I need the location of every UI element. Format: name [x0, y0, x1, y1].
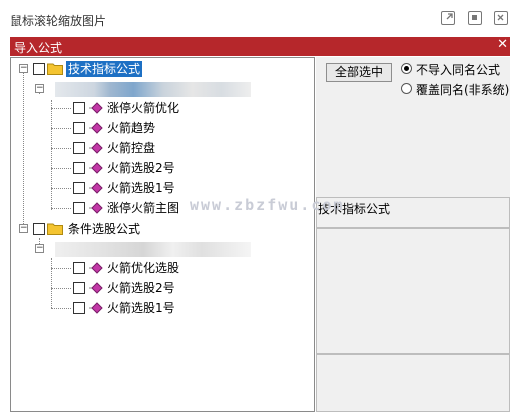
formula-icon — [89, 142, 103, 154]
select-all-button[interactable]: 全部选中 — [326, 63, 392, 82]
dialog-close-icon[interactable]: ✕ — [497, 37, 508, 52]
radio-label[interactable]: 覆盖同名(非系统) — [416, 81, 509, 98]
app-title: 鼠标滚轮缩放图片 — [10, 14, 107, 28]
no-import-duplicate-radio[interactable] — [401, 63, 412, 74]
radio-label[interactable]: 不导入同名公式 — [416, 61, 500, 78]
formula-icon — [89, 102, 103, 114]
external-link-icon[interactable] — [441, 11, 455, 25]
formula-icon — [89, 282, 103, 294]
restore-icon[interactable] — [468, 11, 482, 25]
subgroup-1-expander[interactable]: − — [35, 84, 44, 93]
group-2-expander[interactable]: − — [19, 224, 28, 233]
options-panel: 全部选中 不导入同名公式 覆盖同名(非系统) 技术指标公式 — [316, 57, 510, 412]
formula-icon — [89, 302, 103, 314]
dialog-title: 导入公式 — [14, 41, 63, 55]
group-1-checkbox[interactable] — [33, 63, 45, 75]
group-2-label[interactable]: 条件选股公式 — [68, 221, 140, 237]
formula-icon — [89, 182, 103, 194]
overwrite-duplicate-radio[interactable] — [401, 83, 412, 94]
item-label[interactable]: 火箭选股1号 — [107, 180, 175, 196]
item-checkbox[interactable] — [73, 202, 85, 214]
item-label[interactable]: 火箭选股1号 — [107, 300, 175, 316]
folder-icon — [47, 63, 63, 75]
description-area[interactable] — [316, 228, 510, 354]
item-label[interactable]: 火箭选股2号 — [107, 280, 175, 296]
item-checkbox[interactable] — [73, 142, 85, 154]
obscured-name — [55, 82, 251, 97]
item-checkbox[interactable] — [73, 102, 85, 114]
item-checkbox[interactable] — [73, 162, 85, 174]
item-checkbox[interactable] — [73, 282, 85, 294]
item-label[interactable]: 火箭趋势 — [107, 120, 155, 136]
obscured-name — [55, 242, 251, 257]
detail-area[interactable] — [316, 354, 510, 412]
close-box-icon[interactable] — [494, 11, 508, 25]
formula-icon — [89, 202, 103, 214]
item-checkbox[interactable] — [73, 262, 85, 274]
item-label[interactable]: 涨停火箭主图 — [107, 200, 179, 216]
formula-icon — [89, 122, 103, 134]
item-checkbox[interactable] — [73, 182, 85, 194]
dialog-title-bar: 导入公式 ✕ — [10, 37, 510, 56]
item-label[interactable]: 火箭控盘 — [107, 140, 155, 156]
import-formula-dialog: 导入公式 ✕ − 技术指标公式 − 涨停火箭优化 火箭趋势 火箭控盘 火箭选股2… — [10, 37, 510, 412]
folder-icon — [47, 223, 63, 235]
item-checkbox[interactable] — [73, 122, 85, 134]
subgroup-2-expander[interactable]: − — [35, 244, 44, 253]
item-label[interactable]: 涨停火箭优化 — [107, 100, 179, 116]
formula-tree[interactable]: − 技术指标公式 − 涨停火箭优化 火箭趋势 火箭控盘 火箭选股2号 火箭选股1… — [10, 57, 315, 412]
item-label[interactable]: 火箭优化选股 — [107, 260, 179, 276]
formula-icon — [89, 262, 103, 274]
group-2-checkbox[interactable] — [33, 223, 45, 235]
formula-icon — [89, 162, 103, 174]
group-1-expander[interactable]: − — [19, 64, 28, 73]
watermark: www.zbzfwu.com — [190, 196, 345, 214]
app-title-bar: 鼠标滚轮缩放图片 — [0, 0, 510, 38]
item-checkbox[interactable] — [73, 302, 85, 314]
group-1-label[interactable]: 技术指标公式 — [66, 61, 143, 77]
item-label[interactable]: 火箭选股2号 — [107, 160, 175, 176]
